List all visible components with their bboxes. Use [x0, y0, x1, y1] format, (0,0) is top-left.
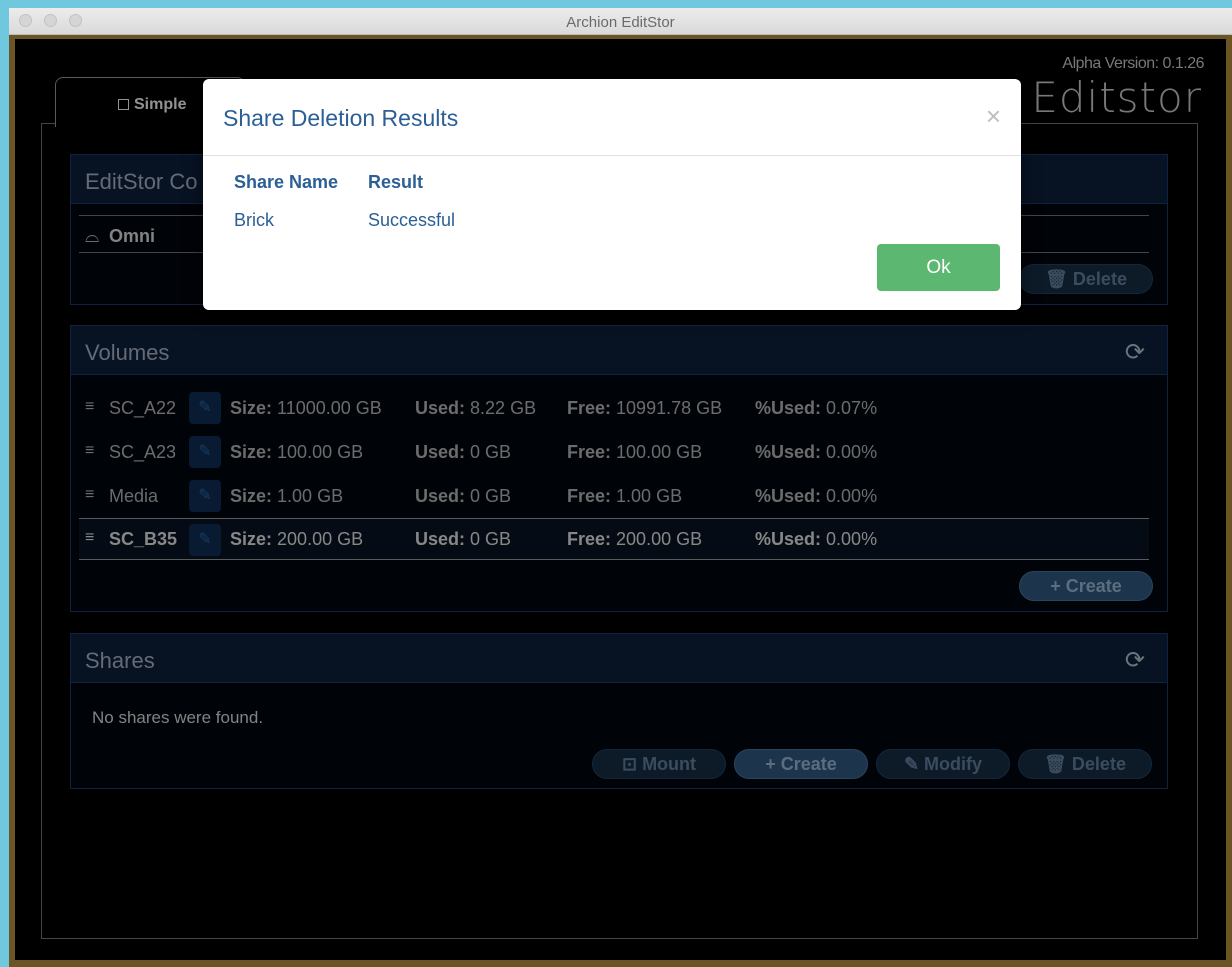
window-title: Archion EditStor — [566, 14, 675, 31]
deleted-share-name: Brick — [234, 210, 274, 230]
modal-header: Share Deletion Results × — [203, 79, 1021, 156]
result-column-header: Result — [368, 172, 424, 192]
share-deletion-results-modal: Share Deletion Results × Share Name Resu… — [203, 79, 1021, 310]
window-titlebar: Archion EditStor — [9, 8, 1232, 35]
share-name-column-header: Share Name — [234, 172, 339, 192]
close-icon[interactable]: × — [986, 101, 1001, 132]
modal-title: Share Deletion Results — [223, 105, 459, 131]
deletion-result: Successful — [368, 210, 456, 230]
ok-button[interactable]: Ok — [877, 244, 1000, 291]
